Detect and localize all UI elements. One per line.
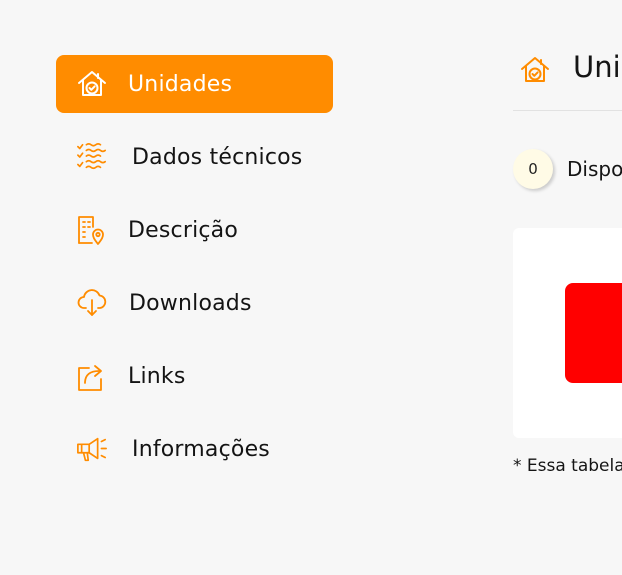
page: Unidades Dados técnicos Descrição Downlo… [0,0,622,575]
main-header: Unic [513,48,622,92]
status-block[interactable] [565,283,622,383]
house-check-icon [519,54,551,86]
cloud-download-icon [76,287,108,319]
sidebar-item-label: Descrição [128,217,239,243]
sidebar-item-informacoes[interactable]: Informações [56,420,333,478]
sidebar-item-label: Unidades [128,71,233,97]
checklist-icon [76,141,108,173]
count-badge: 0 [513,149,553,189]
sidebar-item-label: Informações [132,436,270,462]
sidebar-item-unidades[interactable]: Unidades [56,55,333,113]
availability-label: Dispo [567,157,622,181]
house-check-icon [76,68,108,100]
sidebar-item-label: Downloads [129,290,252,316]
table-footnote: * Essa tabela [513,456,622,476]
megaphone-icon [76,433,108,465]
sidebar-item-descricao[interactable]: Descrição [56,201,333,259]
divider [513,110,622,111]
sidebar-item-links[interactable]: Links [56,347,333,405]
availability-row: 0 Dispo [513,149,622,191]
sidebar-item-dados-tecnicos[interactable]: Dados técnicos [56,128,333,186]
sidebar-item-label: Dados técnicos [132,144,303,170]
sidebar-item-downloads[interactable]: Downloads [56,274,333,332]
units-card [513,228,622,438]
sidebar-item-label: Links [128,363,186,389]
page-title: Unic [573,50,622,84]
building-location-icon [76,214,108,246]
share-icon [76,360,108,392]
main-panel: Unic 0 Dispo * Essa tabela [513,0,622,575]
